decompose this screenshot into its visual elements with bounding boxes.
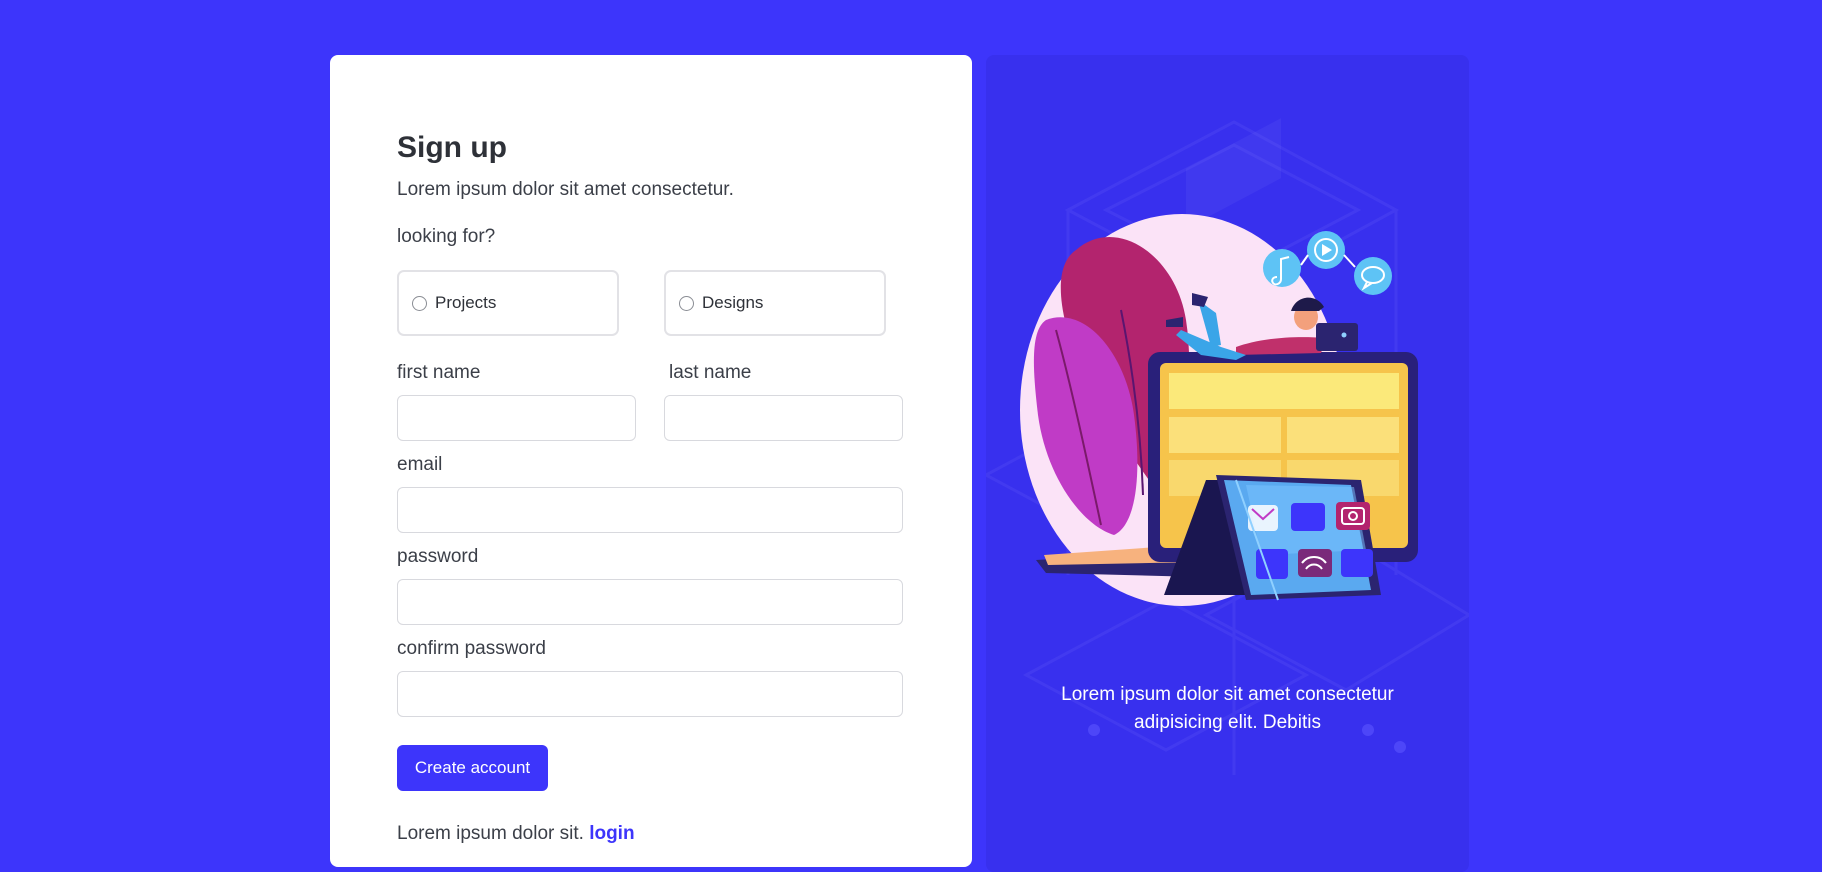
first-name-label: first name <box>397 362 481 383</box>
last-name-label: last name <box>669 362 752 383</box>
music-note-icon <box>1263 249 1301 287</box>
login-link[interactable]: login <box>589 823 634 844</box>
option-projects-label: Projects <box>435 293 497 312</box>
laptop-small <box>1316 323 1358 351</box>
password-field[interactable] <box>397 579 903 625</box>
looking-for-label: looking for? <box>397 226 496 247</box>
email-label: email <box>397 454 443 475</box>
confirm-password-field[interactable] <box>397 671 903 717</box>
email-field[interactable] <box>397 487 903 533</box>
page-title: Sign up <box>397 131 507 164</box>
radio-circle-icon[interactable] <box>412 295 427 311</box>
confirm-password-label: confirm password <box>397 638 546 659</box>
password-label: password <box>397 546 479 567</box>
first-name-field[interactable] <box>397 395 636 441</box>
illustration-panel: Lorem ipsum dolor sit amet consectetur a… <box>986 55 1469 872</box>
caption-line-2: adipisicing elit. Debitis <box>1134 712 1321 733</box>
last-name-field[interactable] <box>664 395 903 441</box>
radio-circle-icon[interactable] <box>679 295 694 311</box>
illustration-caption: Lorem ipsum dolor sit amet consectetur a… <box>986 681 1469 737</box>
option-designs-label: Designs <box>702 293 764 312</box>
caption-line-1: Lorem ipsum dolor sit amet consectetur <box>1061 684 1394 705</box>
illustration-graphic <box>986 118 1469 775</box>
signup-card: Sign up Lorem ipsum dolor sit amet conse… <box>330 55 972 867</box>
app-icon <box>1291 503 1325 531</box>
create-account-button[interactable]: Create account <box>397 745 548 791</box>
page-subtitle: Lorem ipsum dolor sit amet consectetur. <box>397 179 734 200</box>
play-icon <box>1307 231 1345 269</box>
login-prompt-text: Lorem ipsum dolor sit. <box>397 823 584 844</box>
option-projects[interactable]: Projects <box>397 270 619 336</box>
login-prompt: Lorem ipsum dolor sit. login <box>397 823 635 845</box>
app-icon <box>1341 549 1373 577</box>
option-designs[interactable]: Designs <box>664 270 886 336</box>
chat-bubble-icon <box>1354 257 1392 295</box>
